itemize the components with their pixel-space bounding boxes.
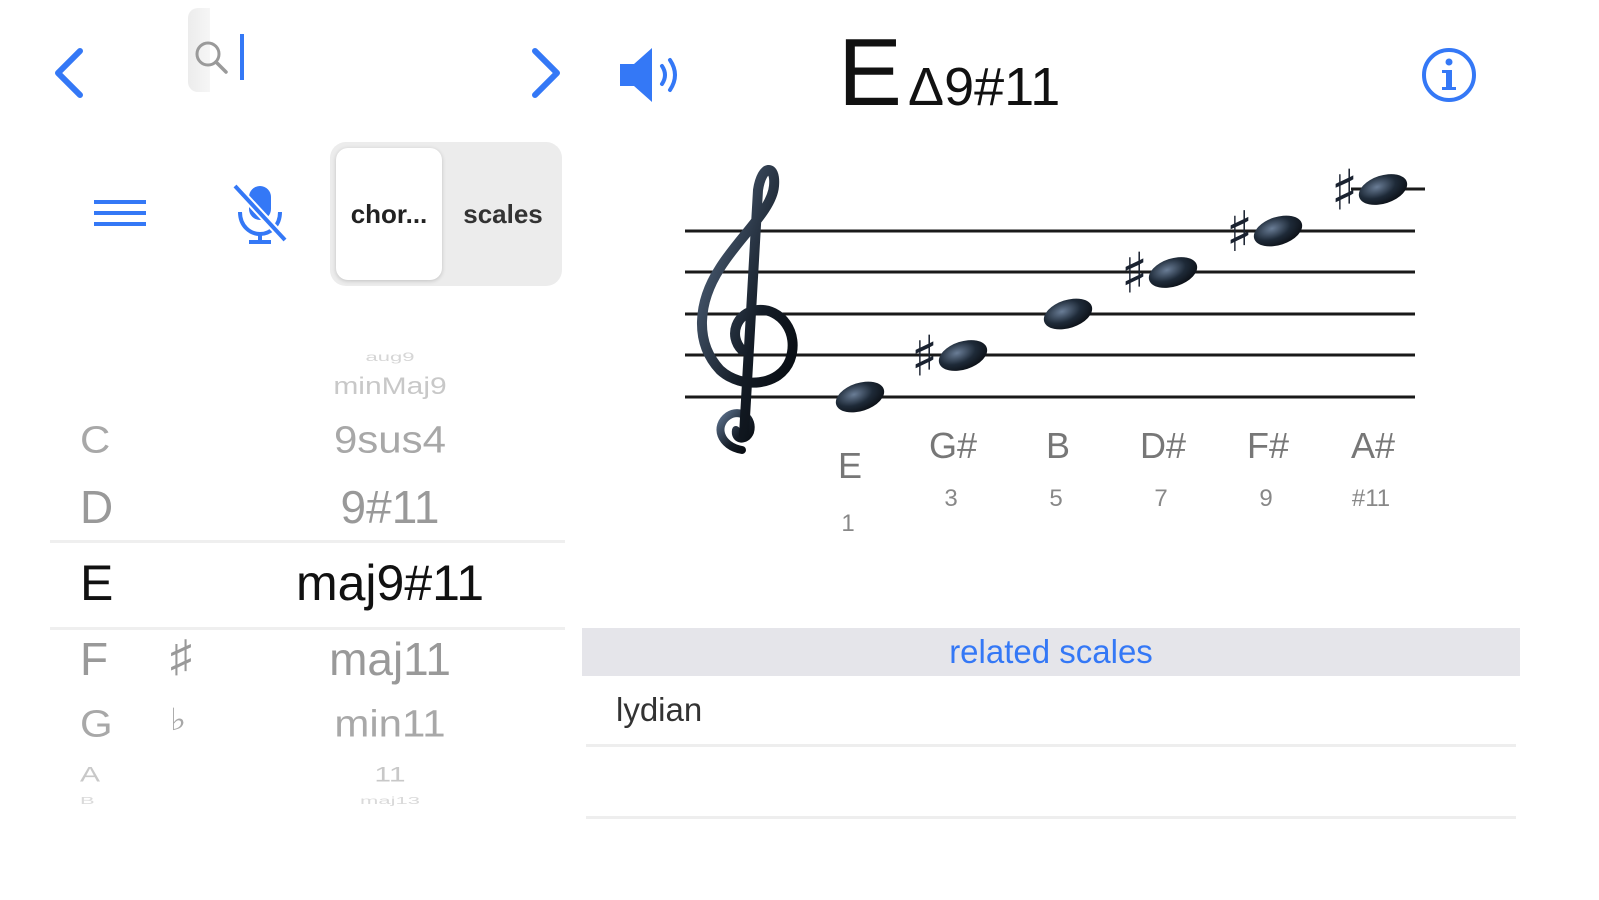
note-head — [1043, 298, 1093, 330]
quality-label: minMaj9 — [333, 373, 447, 400]
related-scale-label: lydian — [616, 691, 703, 728]
forward-button[interactable] — [515, 38, 575, 108]
notes-layer: ♯ ♯ ♯ ♯ — [835, 159, 1425, 413]
sharp-accidental: ♯ — [911, 325, 938, 390]
degree-label: 3 — [944, 485, 958, 512]
sharp-accidental: ♯ — [1226, 200, 1253, 265]
note-name-label: E — [837, 445, 863, 486]
note-name-label: A# — [1350, 425, 1396, 466]
info-button[interactable] — [1418, 44, 1480, 106]
root-label: D — [80, 481, 114, 533]
note-head — [938, 340, 988, 371]
related-scale-row[interactable]: lydian — [586, 676, 1516, 747]
quality-label: maj9#11 — [295, 555, 485, 611]
root-label: E — [80, 555, 114, 611]
chevron-right-icon — [532, 48, 560, 98]
sharp-accidental: ♯ — [1331, 159, 1358, 224]
menu-icon — [94, 200, 146, 226]
chord-root: E — [838, 19, 903, 126]
search-bar[interactable] — [188, 8, 488, 92]
note-name-label: D# — [1139, 425, 1187, 466]
chord-browser-panel: chor... scales aug9 minMaj9 C 9sus4 D 9#… — [0, 0, 600, 900]
note-name-label: B — [1045, 425, 1071, 466]
search-icon — [195, 41, 228, 74]
sharp-accidental: ♯ — [1121, 242, 1148, 307]
degree-label: 9 — [1259, 485, 1273, 512]
info-icon — [1422, 48, 1476, 102]
degree-label: 1 — [841, 510, 855, 537]
root-label: B — [80, 795, 95, 807]
accidental-label: ♭ — [170, 702, 187, 738]
root-label: C — [80, 418, 111, 461]
root-label: G — [80, 702, 113, 745]
note-head — [1148, 257, 1198, 288]
note-head — [1358, 174, 1408, 205]
mic-off-icon — [232, 183, 288, 244]
chord-title: E Δ9#11 — [838, 18, 1061, 126]
menu-button[interactable] — [88, 186, 152, 242]
note-head — [835, 381, 885, 413]
speaker-icon — [620, 48, 677, 102]
chevron-left-icon — [55, 48, 83, 98]
play-sound-button[interactable] — [610, 40, 700, 110]
quality-label: min11 — [334, 702, 446, 745]
chord-picker[interactable]: aug9 minMaj9 C 9sus4 D 9#11 E maj9#11 F … — [50, 340, 565, 820]
quality-label: 9#11 — [340, 481, 440, 533]
related-scale-row[interactable] — [586, 748, 1516, 819]
quality-label: 9sus4 — [333, 418, 447, 461]
search-input[interactable] — [240, 26, 474, 78]
mic-toggle-button[interactable] — [225, 178, 295, 248]
scales-segment[interactable]: scales — [448, 148, 558, 280]
quality-label: maj11 — [329, 633, 451, 685]
related-scales-title: related scales — [949, 633, 1153, 670]
related-scales-header: related scales — [582, 628, 1520, 676]
note-head — [1253, 215, 1303, 247]
chords-segment[interactable]: chor... — [336, 148, 442, 280]
degree-label: 7 — [1154, 485, 1168, 512]
chord-quality: Δ9#11 — [908, 57, 1061, 117]
treble-clef-icon — [697, 165, 798, 454]
degree-label: 5 — [1049, 485, 1063, 512]
app-root: chor... scales aug9 minMaj9 C 9sus4 D 9#… — [0, 0, 1599, 900]
quality-label: aug9 — [365, 349, 415, 364]
note-name-label: F# — [1246, 425, 1290, 466]
quality-label: maj13 — [360, 795, 420, 807]
root-label: A — [80, 763, 101, 787]
back-button[interactable] — [40, 38, 100, 108]
quality-label: 11 — [374, 763, 406, 787]
degree-label: #11 — [1351, 485, 1391, 512]
note-name-label: G# — [928, 425, 978, 466]
text-caret — [240, 34, 244, 80]
root-label: F — [80, 633, 109, 685]
mode-segmented-control: chor... scales — [330, 142, 562, 286]
accidental-label: ♯ — [170, 632, 192, 681]
